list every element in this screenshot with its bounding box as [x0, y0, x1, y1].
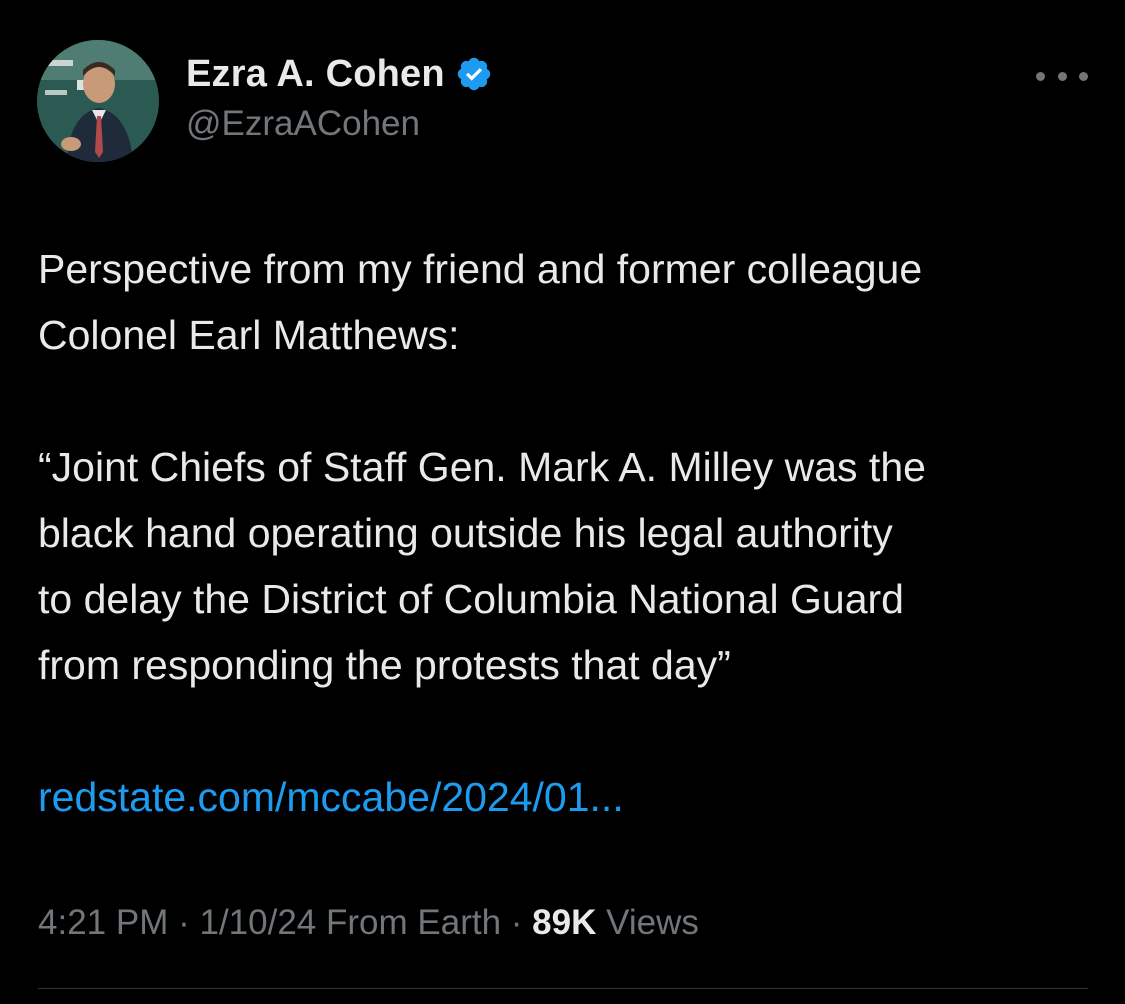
timestamp-date[interactable]: 1/10/24: [199, 903, 316, 942]
dot-icon: [1036, 71, 1045, 81]
views-label: Views: [606, 903, 699, 942]
handle[interactable]: @EzraACohen: [186, 104, 493, 144]
tweet-meta: 4:21 PM · 1/10/24 From Earth · 89K Views: [38, 903, 699, 943]
dot-icon: [1079, 71, 1088, 81]
views-count[interactable]: 89K: [532, 903, 596, 942]
source-label: From Earth: [326, 903, 502, 942]
separator: ·: [510, 903, 523, 942]
article-link[interactable]: redstate.com/mccabe/2024/01...: [38, 774, 624, 820]
verified-badge-icon[interactable]: [455, 55, 493, 93]
name-row: Ezra A. Cohen: [186, 50, 493, 98]
display-name[interactable]: Ezra A. Cohen: [186, 53, 445, 96]
quote-line: from responding the protests that day”: [38, 642, 731, 688]
timestamp-time[interactable]: 4:21 PM: [38, 903, 168, 942]
avatar[interactable]: [37, 40, 159, 162]
separator: ·: [178, 903, 190, 942]
tweet-line: Colonel Earl Matthews:: [38, 312, 460, 358]
quote-line: “Joint Chiefs of Staff Gen. Mark A. Mill…: [38, 444, 926, 490]
tweet-text: Perspective from my friend and former co…: [38, 236, 1098, 830]
more-options-icon[interactable]: [1036, 62, 1088, 90]
tweet-line: Perspective from my friend and former co…: [38, 246, 923, 292]
profile-photo-icon: [37, 40, 159, 162]
divider: [38, 988, 1088, 989]
quote-line: to delay the District of Columbia Nation…: [38, 576, 904, 622]
author-block: Ezra A. Cohen @EzraACohen: [186, 50, 493, 144]
quote-line: black hand operating outside his legal a…: [38, 510, 893, 556]
dot-icon: [1057, 71, 1067, 81]
tweet: Ezra A. Cohen @EzraACohen Perspective fr…: [0, 0, 1125, 1004]
